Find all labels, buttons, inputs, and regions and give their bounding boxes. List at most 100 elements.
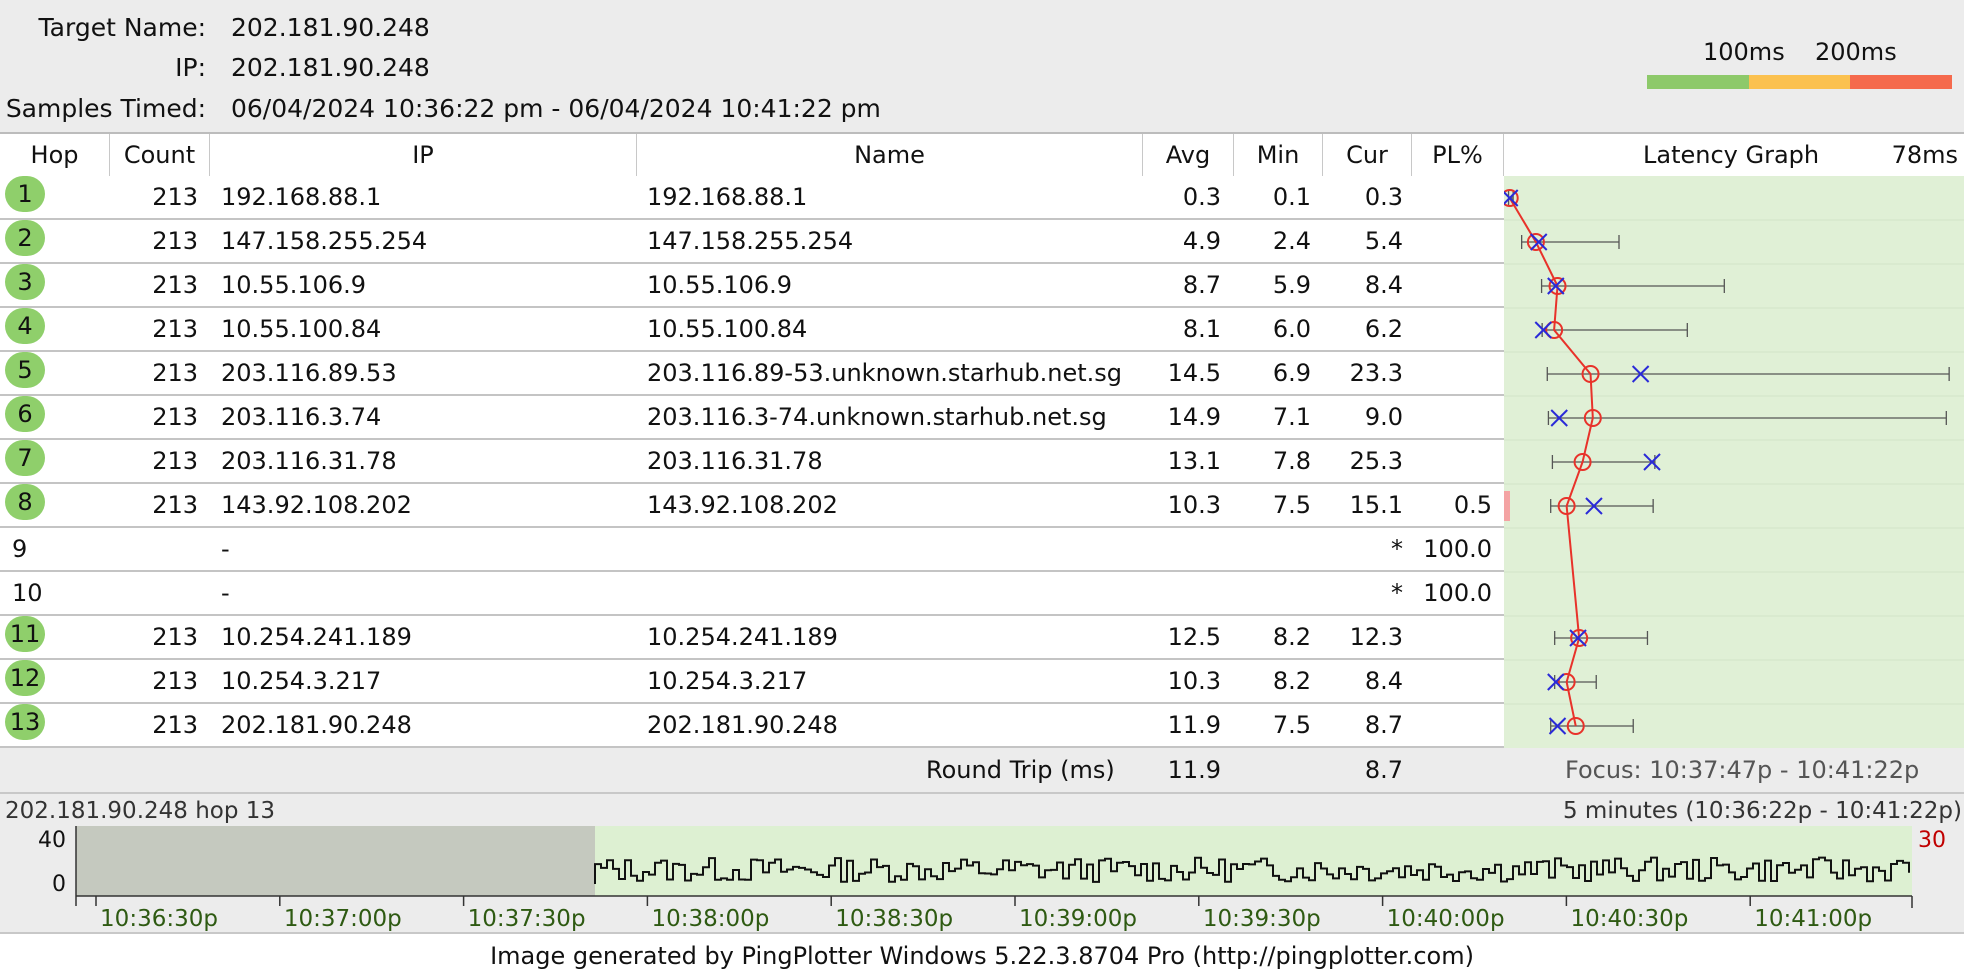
legend-bar-yellow: [1749, 75, 1850, 89]
cell-count: 213: [152, 315, 198, 343]
table-row[interactable]: 5 213 203.116.89.53 203.116.89-53.unknown.s…: [0, 352, 1504, 396]
cell-min: 0.1: [1272, 183, 1311, 211]
time-tick-label: 10:40:00p: [1387, 906, 1505, 932]
cell-ip: 10.55.106.9: [221, 271, 367, 299]
cell-pl: 0.5: [1453, 491, 1492, 519]
round-trip-label: Round Trip (ms): [926, 756, 1115, 784]
column-header-hop[interactable]: Hop: [0, 134, 110, 176]
cell-name: 192.168.88.1: [647, 183, 808, 211]
table-row[interactable]: 2 213 147.158.255.254 147.158.255.254 4.9 2.4…: [0, 220, 1504, 264]
cell-ip: 147.158.255.254: [221, 227, 428, 255]
legend-100ms-label: 100ms: [1703, 38, 1785, 66]
hop-number: 9: [12, 535, 28, 563]
cell-avg: 8.1: [1182, 315, 1221, 343]
column-header-pl[interactable]: PL%: [1412, 134, 1504, 176]
time-tick-label: 10:37:00p: [284, 906, 402, 932]
ip-label: IP:: [175, 53, 206, 82]
table-row[interactable]: 8 213 143.92.108.202 143.92.108.202 10.3 7.5 1…: [0, 484, 1504, 528]
time-graph-panel[interactable]: 202.181.90.248 hop 13 5 minutes (10:36:2…: [0, 794, 1964, 932]
cell-name: 143.92.108.202: [647, 491, 838, 519]
table-row[interactable]: 13 213 202.181.90.248 202.181.90.248 11.9 7.5…: [0, 704, 1504, 748]
time-tick-label: 10:39:30p: [1203, 906, 1321, 932]
hop-number: 4: [5, 308, 45, 344]
cell-count: 213: [152, 491, 198, 519]
hop-number: 12: [5, 660, 45, 696]
cell-cur: *: [1391, 579, 1403, 607]
cell-cur: 8.4: [1364, 271, 1403, 299]
cell-name: 203.116.3-74.unknown.starhub.net.sg: [647, 403, 1107, 431]
round-trip-summary: Round Trip (ms) 11.9 8.7 Focus: 10:37:47…: [0, 748, 1964, 794]
footer-credit: Image generated by PingPlotter Windows 5…: [0, 932, 1964, 978]
column-header-ip[interactable]: IP: [210, 134, 637, 176]
cell-min: 8.2: [1272, 667, 1311, 695]
time-tick-label: 10:38:00p: [651, 906, 769, 932]
latency-graph: [1504, 189, 1964, 735]
hop-number: 8: [5, 484, 45, 520]
cell-name: 147.158.255.254: [647, 227, 854, 255]
trace-table-header: Hop Count IP Name Avg Min Cur PL% Latenc…: [0, 132, 1964, 178]
cell-avg: 10.3: [1167, 667, 1221, 695]
cell-avg: 12.5: [1167, 623, 1221, 651]
time-graph-unfocused-region: [76, 826, 595, 896]
hop-number: 13: [5, 704, 45, 740]
column-header-min[interactable]: Min: [1234, 134, 1323, 176]
cell-avg: 0.3: [1182, 183, 1221, 211]
cell-pl: 100.0: [1423, 579, 1492, 607]
column-header-cur[interactable]: Cur: [1323, 134, 1412, 176]
table-row[interactable]: 1 213 192.168.88.1 192.168.88.1 0.3 0.1 0.3: [0, 176, 1504, 220]
cell-min: 8.2: [1272, 623, 1311, 651]
cell-cur: 25.3: [1349, 447, 1403, 475]
time-tick-label: 10:39:00p: [1019, 906, 1137, 932]
table-row[interactable]: 6 213 203.116.3.74 203.116.3-74.unknown.sta…: [0, 396, 1504, 440]
cell-count: 213: [152, 447, 198, 475]
cell-pl: 100.0: [1423, 535, 1492, 563]
cell-cur: 6.2: [1364, 315, 1403, 343]
cell-ip: 10.55.100.84: [221, 315, 382, 343]
hop-number: 2: [5, 220, 45, 256]
target-info-header: Target Name: 202.181.90.248 IP: 202.181.…: [0, 0, 1964, 132]
cell-cur: 12.3: [1349, 623, 1403, 651]
table-row[interactable]: 9 - * 100.0: [0, 528, 1504, 572]
cell-name: 203.116.31.78: [647, 447, 823, 475]
hop-number: 3: [5, 264, 45, 300]
samples-value: 06/04/2024 10:36:22 pm - 06/04/2024 10:4…: [231, 94, 881, 123]
cell-name: 10.254.3.217: [647, 667, 808, 695]
latency-graph-title: Latency Graph: [1643, 141, 1820, 169]
cell-min: 7.5: [1272, 711, 1311, 739]
column-header-count[interactable]: Count: [110, 134, 210, 176]
cell-name: 10.55.100.84: [647, 315, 808, 343]
time-tick-label: 10:38:30p: [835, 906, 953, 932]
cell-ip: 203.116.31.78: [221, 447, 397, 475]
table-row[interactable]: 10 - * 100.0: [0, 572, 1504, 616]
column-header-latency-graph[interactable]: Latency Graph 78ms: [1504, 134, 1964, 176]
time-tick-label: 10:37:30p: [468, 906, 586, 932]
cell-cur: 5.4: [1364, 227, 1403, 255]
cell-min: 6.9: [1272, 359, 1311, 387]
target-name-label: Target Name:: [38, 13, 206, 42]
cell-count: 213: [152, 183, 198, 211]
table-row[interactable]: 4 213 10.55.100.84 10.55.100.84 8.1 6.0 6.2: [0, 308, 1504, 352]
table-row[interactable]: 3 213 10.55.106.9 10.55.106.9 8.7 5.9 8.4: [0, 264, 1504, 308]
cell-cur: 23.3: [1349, 359, 1403, 387]
table-row[interactable]: 11 213 10.254.241.189 10.254.241.189 12.5 8.2…: [0, 616, 1504, 660]
cell-avg: 14.5: [1167, 359, 1221, 387]
round-trip-cur: 8.7: [1364, 756, 1403, 784]
column-header-name[interactable]: Name: [637, 134, 1143, 176]
cell-count: 213: [152, 227, 198, 255]
cell-name: 203.116.89-53.unknown.starhub.net.sg: [647, 359, 1123, 387]
table-row[interactable]: 12 213 10.254.3.217 10.254.3.217 10.3 8.2 8.4: [0, 660, 1504, 704]
time-graph-chart: 10:36:30p 10:37:00p 10:37:30p 10:38:00p 10:3…: [75, 826, 1913, 932]
focus-range: Focus: 10:37:47p - 10:41:22p: [1565, 756, 1920, 784]
round-trip-avg: 11.9: [1167, 756, 1221, 784]
packet-loss-marker: [1504, 491, 1510, 521]
column-header-avg[interactable]: Avg: [1143, 134, 1234, 176]
ip-value: 202.181.90.248: [231, 53, 430, 82]
time-tick-label: 10:40:30p: [1570, 906, 1688, 932]
table-row[interactable]: 7 213 203.116.31.78 203.116.31.78 13.1 7.8 25.…: [0, 440, 1504, 484]
cell-count: 213: [152, 359, 198, 387]
cell-name: 10.254.241.189: [647, 623, 838, 651]
cell-count: 213: [152, 711, 198, 739]
cell-ip: -: [221, 535, 230, 563]
legend-200ms-label: 200ms: [1815, 38, 1897, 66]
target-name-value: 202.181.90.248: [231, 13, 430, 42]
